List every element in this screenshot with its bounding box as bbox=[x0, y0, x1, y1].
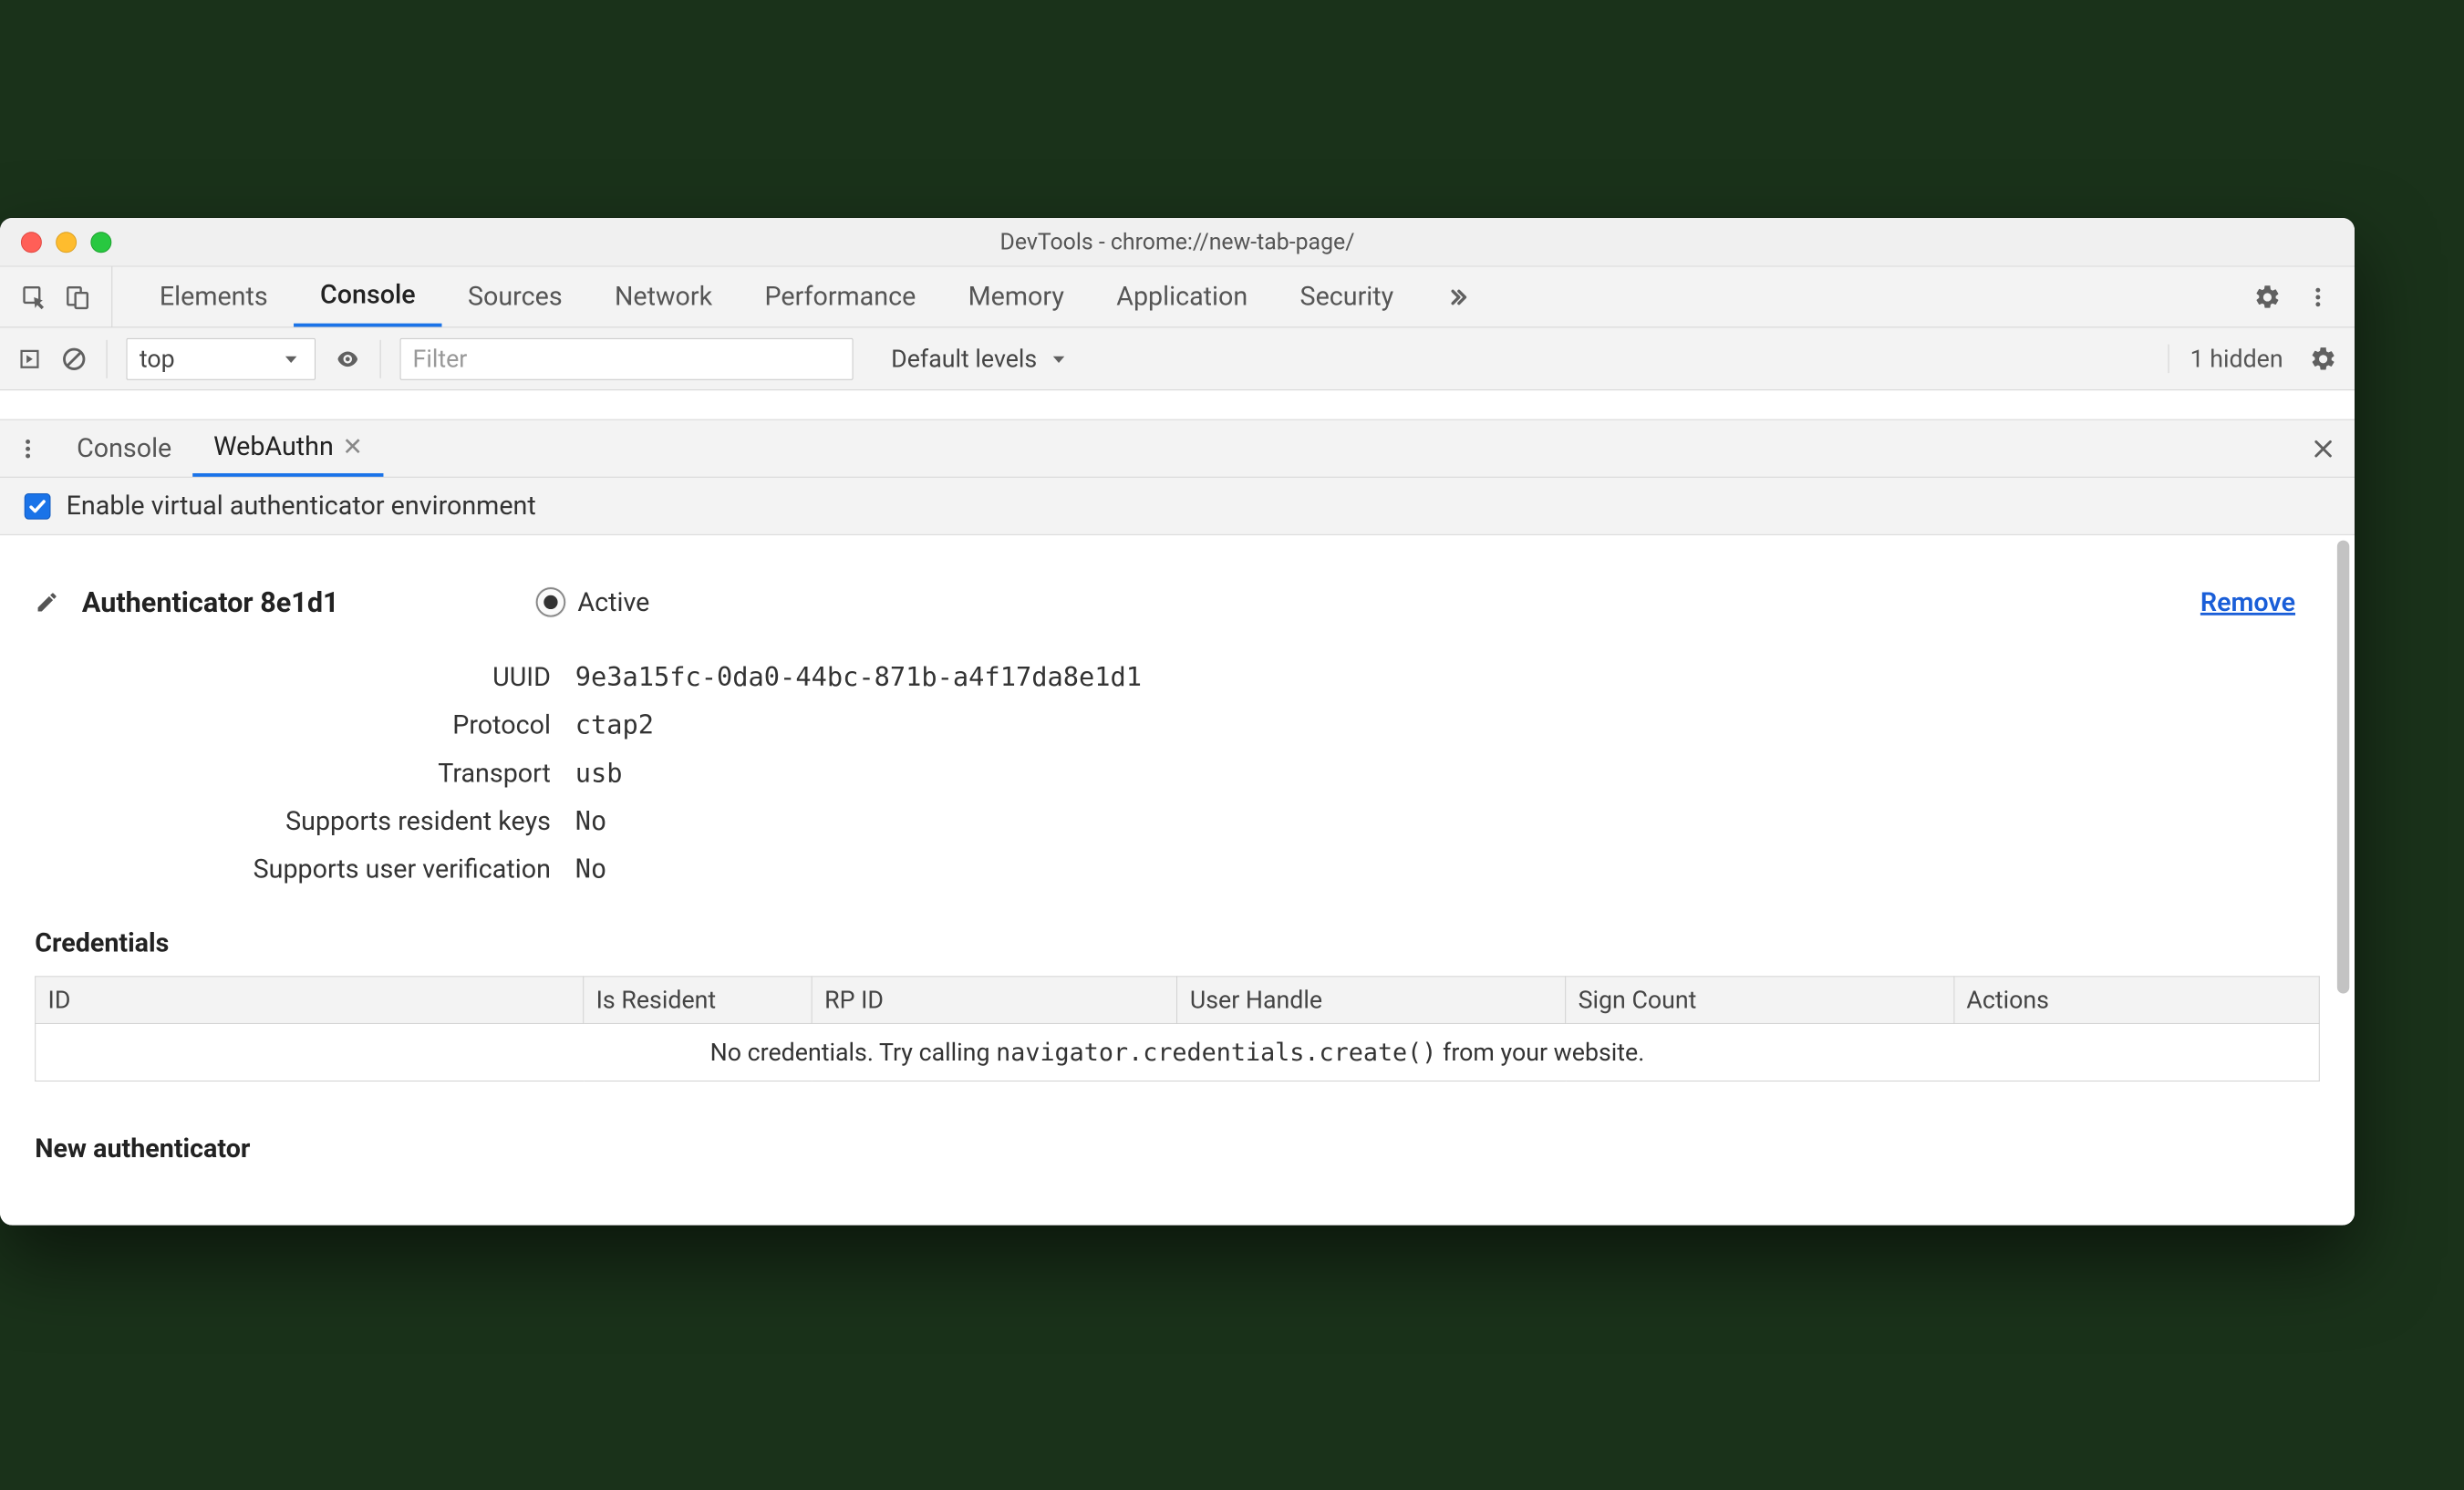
tab-sources[interactable]: Sources bbox=[441, 267, 588, 327]
tab-performance[interactable]: Performance bbox=[739, 267, 942, 327]
column-header[interactable]: Is Resident bbox=[584, 977, 812, 1024]
dropdown-value: top bbox=[140, 345, 175, 374]
field-label: Protocol bbox=[122, 710, 575, 740]
tab-label: Console bbox=[320, 280, 416, 310]
titlebar: DevTools - chrome://new-tab-page/ bbox=[0, 218, 2355, 267]
minimize-window-button[interactable] bbox=[56, 232, 77, 253]
divider bbox=[379, 339, 380, 378]
field-label: Supports resident keys bbox=[122, 806, 575, 836]
more-options-button[interactable] bbox=[2305, 285, 2330, 309]
enable-authenticator-checkbox[interactable] bbox=[25, 492, 51, 519]
tab-label: Sources bbox=[468, 282, 563, 312]
tab-label: Elements bbox=[160, 282, 268, 312]
field-protocol: Protocol ctap2 bbox=[122, 701, 2320, 750]
field-value: ctap2 bbox=[575, 710, 654, 740]
field-value: No bbox=[575, 854, 607, 885]
devtools-window: DevTools - chrome://new-tab-page/ Elemen… bbox=[0, 218, 2355, 1226]
enable-virtual-authenticator-bar: Enable virtual authenticator environment bbox=[0, 478, 2355, 535]
field-user-verification: Supports user verification No bbox=[122, 845, 2320, 894]
tab-elements[interactable]: Elements bbox=[133, 267, 294, 327]
close-window-button[interactable] bbox=[21, 232, 42, 253]
console-toolbar: top Filter Default levels 1 hidden bbox=[0, 327, 2355, 390]
main-tabstrip: Elements Console Sources Network Perform… bbox=[0, 267, 2355, 328]
zoom-window-button[interactable] bbox=[90, 232, 111, 253]
credentials-section-title: Credentials bbox=[35, 894, 2320, 977]
triangle-down-icon bbox=[279, 347, 302, 370]
field-resident-keys: Supports resident keys No bbox=[122, 797, 2320, 845]
filter-input[interactable]: Filter bbox=[399, 337, 853, 379]
close-tab-icon[interactable]: ✕ bbox=[342, 432, 362, 461]
credentials-table: ID Is Resident RP ID User Handle Sign Co… bbox=[35, 976, 2320, 1081]
tab-memory[interactable]: Memory bbox=[942, 267, 1091, 327]
console-area bbox=[0, 390, 2355, 419]
tabs-overflow-button[interactable] bbox=[1420, 267, 1496, 327]
drawer-tabstrip: Console WebAuthn ✕ bbox=[0, 420, 2355, 478]
filter-placeholder: Filter bbox=[413, 345, 468, 374]
window-controls bbox=[0, 232, 111, 253]
live-expression-button[interactable] bbox=[335, 346, 361, 372]
scrollbar[interactable] bbox=[2337, 541, 2349, 994]
tab-label: WebAuthn bbox=[213, 431, 334, 461]
close-drawer-button[interactable] bbox=[2311, 436, 2335, 460]
tab-label: Memory bbox=[968, 282, 1064, 312]
field-value: usb bbox=[575, 758, 623, 788]
radio-icon bbox=[536, 587, 565, 616]
column-header[interactable]: RP ID bbox=[812, 977, 1177, 1024]
authenticator-header: Authenticator 8e1d1 Active Remove bbox=[35, 570, 2320, 654]
field-transport: Transport usb bbox=[122, 750, 2320, 798]
column-header[interactable]: Sign Count bbox=[1566, 977, 1954, 1024]
remove-authenticator-link[interactable]: Remove bbox=[2200, 587, 2320, 617]
triangle-down-icon bbox=[1048, 347, 1071, 370]
settings-button[interactable] bbox=[2253, 283, 2282, 311]
context-dropdown[interactable]: top bbox=[127, 337, 316, 379]
field-label: UUID bbox=[122, 662, 575, 692]
authenticator-fields: UUID 9e3a15fc-0da0-44bc-871b-a4f17da8e1d… bbox=[35, 654, 2320, 894]
log-levels-dropdown[interactable]: Default levels bbox=[879, 337, 1082, 379]
tab-label: Network bbox=[615, 282, 712, 312]
window-title: DevTools - chrome://new-tab-page/ bbox=[0, 229, 2355, 255]
hidden-messages-count[interactable]: 1 hidden bbox=[2169, 345, 2291, 374]
tab-application[interactable]: Application bbox=[1091, 267, 1274, 327]
column-header[interactable]: User Handle bbox=[1177, 977, 1566, 1024]
authenticator-title: Authenticator 8e1d1 bbox=[82, 585, 339, 618]
tab-security[interactable]: Security bbox=[1274, 267, 1420, 327]
field-label: Transport bbox=[122, 758, 575, 788]
tab-label: Security bbox=[1300, 282, 1394, 312]
field-uuid: UUID 9e3a15fc-0da0-44bc-871b-a4f17da8e1d… bbox=[122, 654, 2320, 702]
column-header[interactable]: Actions bbox=[1954, 977, 2320, 1024]
tab-console[interactable]: Console bbox=[294, 267, 441, 327]
column-header[interactable]: ID bbox=[36, 977, 584, 1024]
new-authenticator-title: New authenticator bbox=[35, 1081, 2320, 1173]
divider bbox=[107, 339, 108, 378]
drawer-tab-webauthn[interactable]: WebAuthn ✕ bbox=[192, 420, 384, 477]
dropdown-value: Default levels bbox=[891, 345, 1037, 374]
execution-context-button[interactable] bbox=[17, 347, 42, 371]
tab-network[interactable]: Network bbox=[588, 267, 739, 327]
drawer-more-button[interactable] bbox=[16, 436, 40, 460]
radio-label: Active bbox=[577, 587, 649, 617]
chevrons-right-icon bbox=[1446, 285, 1471, 309]
enable-authenticator-label: Enable virtual authenticator environment bbox=[67, 491, 536, 521]
tab-label: Console bbox=[77, 433, 171, 463]
tab-label: Performance bbox=[764, 282, 916, 312]
console-settings-button[interactable] bbox=[2309, 345, 2337, 373]
clear-console-button[interactable] bbox=[61, 346, 88, 372]
field-value: 9e3a15fc-0da0-44bc-871b-a4f17da8e1d1 bbox=[575, 662, 1142, 692]
active-radio[interactable]: Active bbox=[536, 587, 650, 617]
empty-state-cell: No credentials. Try calling navigator.cr… bbox=[36, 1023, 2320, 1081]
edit-icon[interactable] bbox=[35, 590, 59, 615]
webauthn-panel: Authenticator 8e1d1 Active Remove UUID 9… bbox=[0, 535, 2355, 1226]
table-header-row: ID Is Resident RP ID User Handle Sign Co… bbox=[36, 977, 2320, 1024]
field-label: Supports user verification bbox=[122, 854, 575, 885]
field-value: No bbox=[575, 806, 607, 836]
table-row: No credentials. Try calling navigator.cr… bbox=[36, 1023, 2320, 1081]
drawer-tab-console[interactable]: Console bbox=[56, 420, 192, 477]
tab-label: Application bbox=[1116, 282, 1248, 312]
main-tabs: Elements Console Sources Network Perform… bbox=[112, 267, 2236, 327]
device-toolbar-icon[interactable] bbox=[65, 284, 91, 310]
inspect-icon[interactable] bbox=[21, 284, 47, 310]
